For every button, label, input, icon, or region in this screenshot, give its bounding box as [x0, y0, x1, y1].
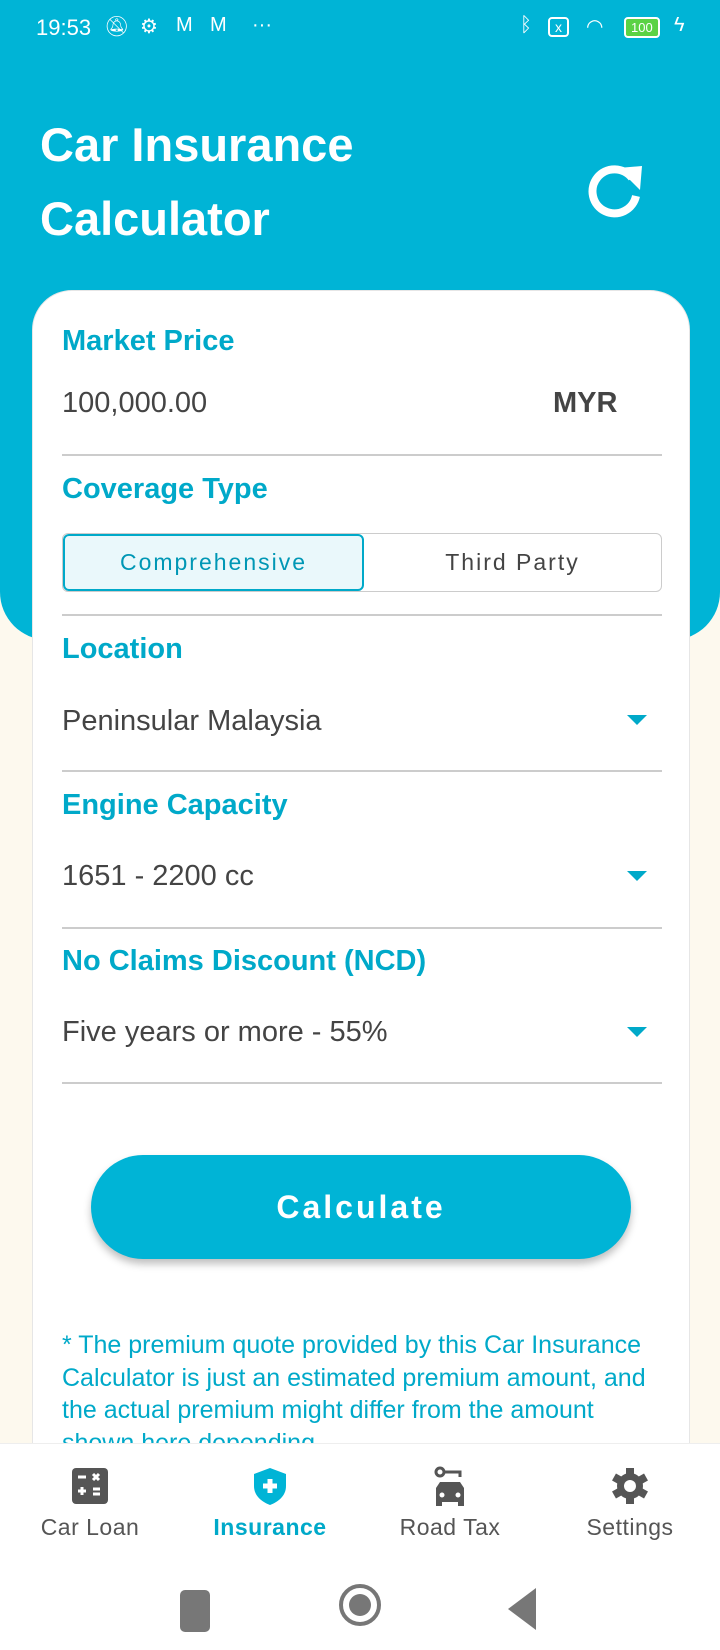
divider	[62, 1082, 662, 1084]
divider	[62, 927, 662, 929]
engine-capacity-dropdown[interactable]: 1651 - 2200 cc	[62, 860, 662, 900]
currency-label: MYR	[553, 387, 618, 419]
nav-label: Insurance	[213, 1514, 327, 1540]
battery-icon: 100	[624, 17, 660, 38]
nav-label: Settings	[586, 1514, 674, 1540]
bell-muted-icon: 🔕︎	[104, 16, 130, 38]
more-icon: ···	[252, 14, 272, 36]
calculator-card: Market Price 100,000.00 MYR Coverage Typ…	[32, 290, 690, 1490]
bluetooth-icon: ᛒ	[520, 14, 532, 36]
title-line: Calculator	[40, 192, 270, 245]
charging-icon: ϟ	[674, 14, 685, 36]
car-key-icon	[434, 1466, 464, 1506]
home-dot	[349, 1594, 371, 1616]
ncd-dropdown[interactable]: Five years or more - 55%	[62, 1016, 662, 1056]
nav-label: Road Tax	[399, 1514, 501, 1540]
page-title: Car Insurance Calculator	[40, 108, 353, 256]
location-dropdown[interactable]: Peninsular Malaysia	[62, 705, 662, 745]
gear-icon	[612, 1468, 648, 1504]
status-time: 19:53	[36, 15, 92, 40]
divider	[62, 770, 662, 772]
chevron-down-icon[interactable]	[627, 1027, 647, 1037]
nav-settings[interactable]: Settings	[540, 1444, 720, 1564]
nav-road-tax[interactable]: Road Tax	[360, 1444, 540, 1564]
ncd-label: No Claims Discount (NCD)	[62, 945, 427, 977]
calculator-icon	[72, 1468, 108, 1504]
ncd-value: Five years or more - 55%	[62, 1016, 388, 1048]
gmail-icon: M	[210, 14, 227, 36]
chevron-down-icon[interactable]	[627, 871, 647, 881]
gmail-icon: M	[176, 14, 193, 36]
divider	[62, 614, 662, 616]
bottom-nav: Car Loan Insurance Road Tax Settings	[0, 1443, 720, 1650]
no-sim-icon: x	[548, 17, 569, 37]
disclaimer-text: * The premium quote provided by this Car…	[62, 1331, 646, 1457]
coverage-option-third-party[interactable]: Third Party	[364, 534, 661, 591]
coverage-type-toggle: Comprehensive Third Party	[62, 533, 662, 592]
wifi-icon: ◠	[586, 16, 604, 38]
divider	[62, 454, 662, 456]
title-line: Car Insurance	[40, 118, 354, 171]
calculate-button[interactable]: Calculate	[91, 1155, 631, 1259]
status-bar: 19:53 🔕︎ ⚙ M M ··· ᛒ x ◠ 100 ϟ	[0, 0, 720, 56]
nav-label: Car Loan	[40, 1514, 140, 1540]
recents-button[interactable]	[180, 1590, 210, 1632]
market-price-label: Market Price	[62, 325, 235, 357]
home-button[interactable]	[339, 1584, 381, 1626]
shield-plus-icon	[254, 1468, 286, 1505]
gear-icon: ⚙	[140, 16, 158, 38]
nav-car-loan[interactable]: Car Loan	[0, 1444, 180, 1564]
back-button[interactable]	[508, 1588, 536, 1630]
engine-capacity-value: 1651 - 2200 cc	[62, 860, 254, 892]
chevron-down-icon[interactable]	[627, 715, 647, 725]
location-label: Location	[62, 633, 183, 665]
coverage-option-comprehensive[interactable]: Comprehensive	[63, 534, 364, 591]
location-value: Peninsular Malaysia	[62, 705, 322, 737]
nav-insurance[interactable]: Insurance	[180, 1444, 360, 1564]
refresh-icon[interactable]	[582, 158, 646, 222]
market-price-input[interactable]: 100,000.00	[62, 387, 207, 420]
coverage-type-label: Coverage Type	[62, 473, 268, 505]
engine-capacity-label: Engine Capacity	[62, 789, 288, 821]
